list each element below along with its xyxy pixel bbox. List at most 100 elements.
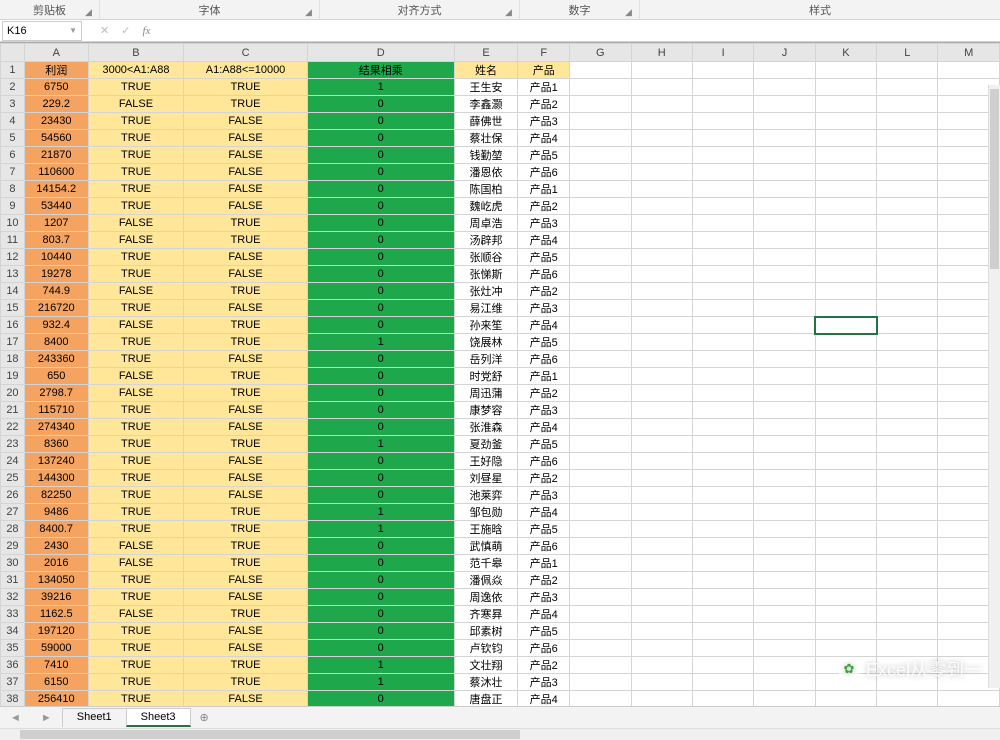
cell[interactable]	[754, 589, 815, 606]
row-header[interactable]: 31	[1, 572, 25, 589]
cell[interactable]	[815, 589, 876, 606]
cell[interactable]	[877, 283, 938, 300]
cell[interactable]	[877, 113, 938, 130]
cell[interactable]	[631, 96, 692, 113]
cell[interactable]: FALSE	[88, 538, 184, 555]
column-header-D[interactable]: D	[307, 44, 454, 62]
row-header[interactable]: 4	[1, 113, 25, 130]
cell[interactable]	[631, 266, 692, 283]
cell[interactable]	[815, 402, 876, 419]
cell[interactable]	[692, 249, 753, 266]
chevron-down-icon[interactable]: ▼	[69, 26, 77, 35]
cell[interactable]	[877, 487, 938, 504]
cell[interactable]	[692, 198, 753, 215]
cell[interactable]	[692, 96, 753, 113]
cell[interactable]: 0	[307, 266, 454, 283]
cell[interactable]: 7410	[24, 657, 88, 674]
cell[interactable]	[877, 589, 938, 606]
cell[interactable]: 1	[307, 674, 454, 691]
cell[interactable]	[631, 215, 692, 232]
cell[interactable]: 0	[307, 368, 454, 385]
cell[interactable]: 产品3	[518, 113, 570, 130]
cell[interactable]: TRUE	[184, 504, 308, 521]
cell[interactable]: TRUE	[88, 79, 184, 96]
row-header[interactable]: 10	[1, 215, 25, 232]
cell[interactable]	[570, 589, 631, 606]
cell[interactable]: FALSE	[88, 283, 184, 300]
cell[interactable]: 产品4	[518, 691, 570, 708]
cell[interactable]	[815, 606, 876, 623]
dialog-launcher-icon[interactable]: ◢	[305, 7, 317, 19]
cell[interactable]: TRUE	[184, 334, 308, 351]
cell[interactable]: TRUE	[184, 657, 308, 674]
cell[interactable]: 产品4	[518, 504, 570, 521]
cell[interactable]: 8360	[24, 436, 88, 453]
cell[interactable]	[815, 436, 876, 453]
spreadsheet-grid[interactable]: ABCDEFGHIJKLM1利润3000<A1:A88A1:A88<=10000…	[0, 43, 1000, 722]
cell[interactable]	[570, 215, 631, 232]
cell[interactable]: 8400.7	[24, 521, 88, 538]
cell[interactable]: 274340	[24, 419, 88, 436]
cell[interactable]: TRUE	[88, 504, 184, 521]
cell[interactable]	[692, 147, 753, 164]
cell[interactable]	[631, 62, 692, 79]
cell[interactable]: 文壮翔	[454, 657, 518, 674]
column-header-E[interactable]: E	[454, 44, 518, 62]
row-header[interactable]: 17	[1, 334, 25, 351]
cell[interactable]: 0	[307, 113, 454, 130]
row-header[interactable]: 12	[1, 249, 25, 266]
cell[interactable]	[877, 232, 938, 249]
cell[interactable]: 产品	[518, 62, 570, 79]
dialog-launcher-icon[interactable]: ◢	[505, 7, 517, 19]
cell[interactable]	[692, 436, 753, 453]
cell[interactable]: TRUE	[88, 198, 184, 215]
cell[interactable]	[631, 164, 692, 181]
cell[interactable]: 结果相乘	[307, 62, 454, 79]
cell[interactable]	[692, 283, 753, 300]
cell[interactable]: 邹包勋	[454, 504, 518, 521]
cell[interactable]: 0	[307, 249, 454, 266]
cell[interactable]	[877, 62, 938, 79]
cell[interactable]: TRUE	[184, 215, 308, 232]
cell[interactable]	[815, 555, 876, 572]
cell[interactable]	[754, 504, 815, 521]
cell[interactable]	[631, 487, 692, 504]
column-header-L[interactable]: L	[877, 44, 938, 62]
cell[interactable]: 周迅蒲	[454, 385, 518, 402]
name-box[interactable]: K16 ▼	[2, 21, 82, 41]
row-header[interactable]: 19	[1, 368, 25, 385]
cell[interactable]	[692, 572, 753, 589]
row-header[interactable]: 15	[1, 300, 25, 317]
cell[interactable]	[754, 317, 815, 334]
cell[interactable]	[631, 232, 692, 249]
cell[interactable]: FALSE	[184, 351, 308, 368]
cell[interactable]: TRUE	[88, 334, 184, 351]
cell[interactable]	[692, 623, 753, 640]
cell[interactable]	[692, 589, 753, 606]
cell[interactable]: 0	[307, 283, 454, 300]
cell[interactable]	[815, 691, 876, 708]
cell[interactable]: 产品2	[518, 283, 570, 300]
cell[interactable]: 0	[307, 215, 454, 232]
cell[interactable]	[570, 521, 631, 538]
cell[interactable]: 产品2	[518, 470, 570, 487]
tab-nav-prev-icon[interactable]: ◄	[0, 712, 31, 724]
cell[interactable]	[570, 351, 631, 368]
cell[interactable]: 0	[307, 419, 454, 436]
cell[interactable]	[570, 62, 631, 79]
cell[interactable]	[631, 317, 692, 334]
cell[interactable]	[815, 334, 876, 351]
cell[interactable]	[754, 606, 815, 623]
cell[interactable]: 1	[307, 79, 454, 96]
cell[interactable]: 产品2	[518, 657, 570, 674]
cell[interactable]	[877, 198, 938, 215]
cell[interactable]: TRUE	[184, 521, 308, 538]
cell[interactable]: 6750	[24, 79, 88, 96]
cell[interactable]	[754, 300, 815, 317]
cell[interactable]: 0	[307, 232, 454, 249]
cell[interactable]	[631, 691, 692, 708]
cell[interactable]	[631, 674, 692, 691]
cell[interactable]: 王施晗	[454, 521, 518, 538]
cell[interactable]: FALSE	[184, 147, 308, 164]
cell[interactable]	[570, 300, 631, 317]
